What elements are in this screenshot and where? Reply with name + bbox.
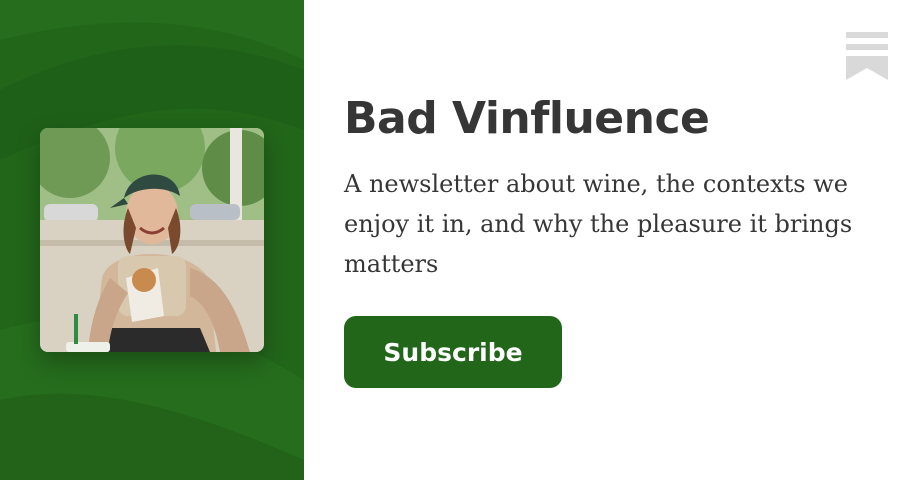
publication-title: Bad Vinfluence — [344, 93, 710, 144]
subscribe-button[interactable]: Subscribe — [344, 316, 562, 388]
publication-description: A newsletter about wine, the contexts we… — [344, 170, 853, 278]
avatar-photo — [40, 128, 264, 352]
bookmark-stack-icon — [846, 32, 888, 80]
publication-avatar — [40, 128, 264, 352]
content-panel: Bad Vinfluence A newsletter about wine, … — [304, 0, 920, 480]
cover-panel — [0, 0, 304, 480]
